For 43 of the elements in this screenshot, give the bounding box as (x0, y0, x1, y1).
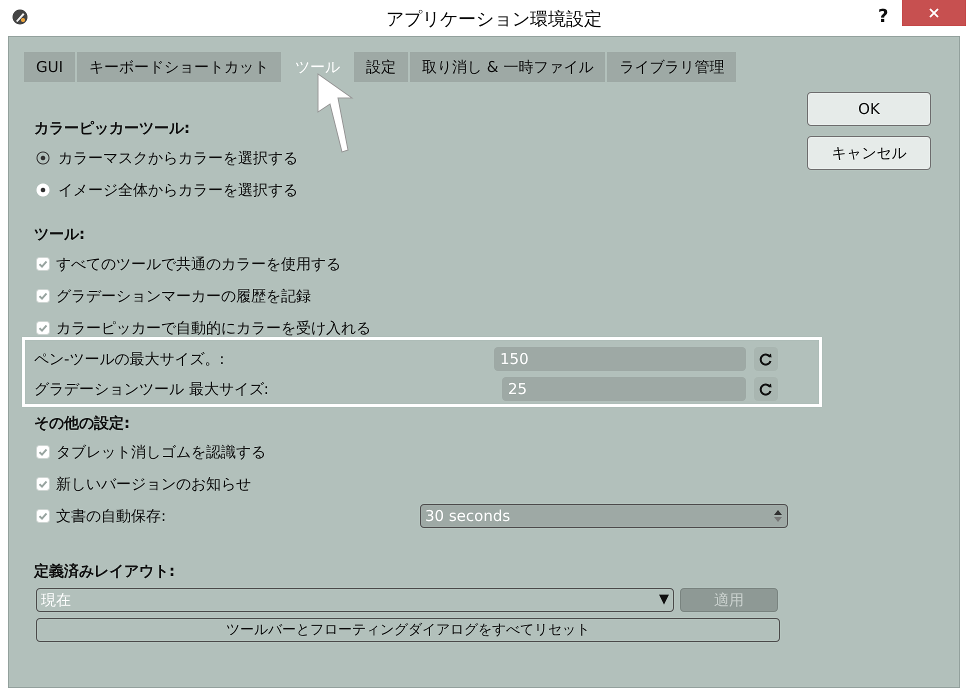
section-heading: 定義済みレイアウト: (34, 560, 176, 582)
tab[interactable]: GUI (24, 52, 76, 82)
layout-dropdown[interactable]: 現在 ▼ (36, 588, 674, 612)
close-icon (929, 8, 939, 18)
close-button[interactable] (902, 0, 966, 26)
reset-layout-button[interactable]: ツールバーとフローティングダイアログをすべてリセット (36, 618, 780, 642)
checkbox[interactable] (36, 257, 50, 271)
reset-icon (759, 352, 773, 366)
section-heading: ツール: (34, 224, 86, 245)
reset-button[interactable] (754, 347, 778, 371)
checkbox-label: 文書の自動保存: (56, 506, 168, 527)
app-logo-icon (12, 9, 28, 25)
reset-button[interactable] (754, 377, 778, 401)
dialog-button[interactable]: キャンセル (807, 136, 931, 170)
checkbox[interactable] (36, 509, 50, 523)
spin-arrows-icon (773, 508, 783, 524)
dialog-button[interactable]: OK (807, 92, 931, 126)
tab[interactable]: 設定 (354, 52, 408, 82)
help-button[interactable]: ? (878, 3, 888, 30)
checkbox-label: すべてのツールで共通のカラーを使用する (56, 254, 341, 275)
checkbox-label: 新しいバージョンのお知らせ (56, 474, 251, 495)
checkbox[interactable] (36, 477, 50, 491)
checkbox-label: グラデーションマーカーの履歴を記録 (56, 286, 311, 307)
dropdown-arrow: ▼ (659, 591, 669, 610)
checkbox-label: タブレット消しゴムを認識する (56, 442, 266, 463)
section-heading: その他の設定: (34, 412, 131, 434)
checkbox-label: カラーピッカーで自動的にカラーを受け入れる (56, 318, 371, 339)
tab[interactable]: ライブラリ管理 (607, 52, 736, 82)
tab[interactable]: キーボードショートカット (77, 52, 282, 82)
section-heading: カラーピッカーツール: (34, 118, 191, 139)
reset-icon (759, 382, 773, 396)
tab[interactable]: 取り消し & 一時ファイル (410, 52, 606, 82)
field-label: ペン-ツールの最大サイズ。: (34, 348, 226, 370)
checkbox[interactable] (36, 445, 50, 459)
window-title: アプリケーション環境設定 (386, 8, 602, 32)
radio-label: イメージ全体からカラーを選択する (58, 180, 298, 201)
dropdown-value: 現在 (41, 590, 71, 611)
checkbox[interactable] (36, 289, 50, 303)
field-label: グラデーションツール 最大サイズ: (34, 378, 270, 400)
radio-label: カラーマスクからカラーを選択する (58, 148, 298, 169)
radio-button[interactable] (36, 151, 50, 165)
spin-value: 30 seconds (425, 506, 510, 527)
checkbox[interactable] (36, 321, 50, 335)
